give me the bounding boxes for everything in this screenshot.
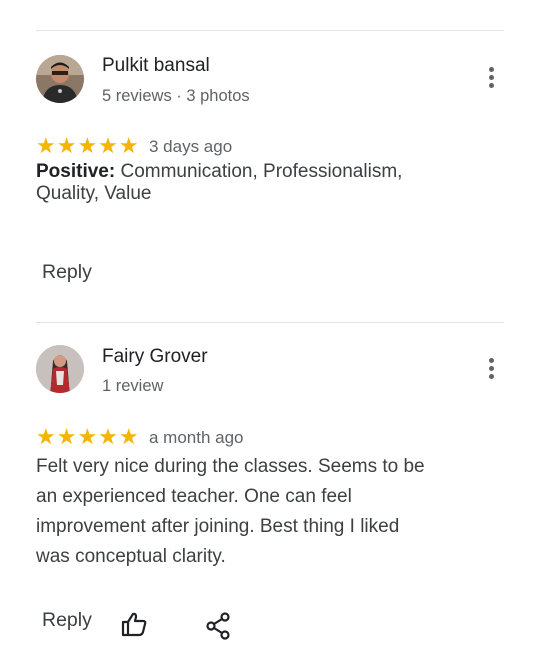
positive-values-line2: Quality, Value [36,183,152,204]
review-text-line: improvement after joining. Best thing I … [36,516,400,537]
more-options-button[interactable] [480,355,504,383]
star-rating: ★★★★★ [36,424,140,449]
thumbs-up-icon [121,612,147,637]
author-name[interactable]: Fairy Grover [102,346,208,368]
author-meta[interactable]: 5 reviews · 3 photos [102,87,250,106]
more-vert-icon-dot [489,366,494,371]
more-options-button[interactable] [480,64,504,92]
avatar[interactable] [36,55,84,103]
review-time: 3 days ago [149,137,233,156]
author-meta[interactable]: 1 review [102,377,163,396]
reply-button[interactable]: Reply [42,609,92,632]
author-name[interactable]: Pulkit bansal [102,55,210,77]
review-time: a month ago [149,428,244,447]
positive-attributes: Positive: Communication, Professionalism… [36,161,476,205]
more-vert-icon [489,67,494,72]
more-vert-icon [489,358,494,363]
review-text-line: Felt very nice during the classes. Seems… [36,456,425,477]
avatar[interactable] [36,345,84,393]
share-button[interactable] [205,612,231,640]
share-icon [206,612,230,640]
top-divider [36,30,504,31]
review-text: Felt very nice during the classes. Seems… [36,452,476,572]
like-button[interactable] [120,610,148,638]
more-vert-icon-dot [489,75,494,80]
more-vert-icon-dot [489,83,494,88]
reply-button[interactable]: Reply [42,261,92,284]
more-vert-icon-dot [489,374,494,379]
review-text-line: an experienced teacher. One can feel [36,486,352,507]
star-rating: ★★★★★ [36,133,140,158]
positive-values-line1: Communication, Professionalism, [115,161,403,182]
positive-label: Positive: [36,161,116,182]
review-text-line: was conceptual clarity. [36,546,226,567]
review-divider [36,322,504,323]
